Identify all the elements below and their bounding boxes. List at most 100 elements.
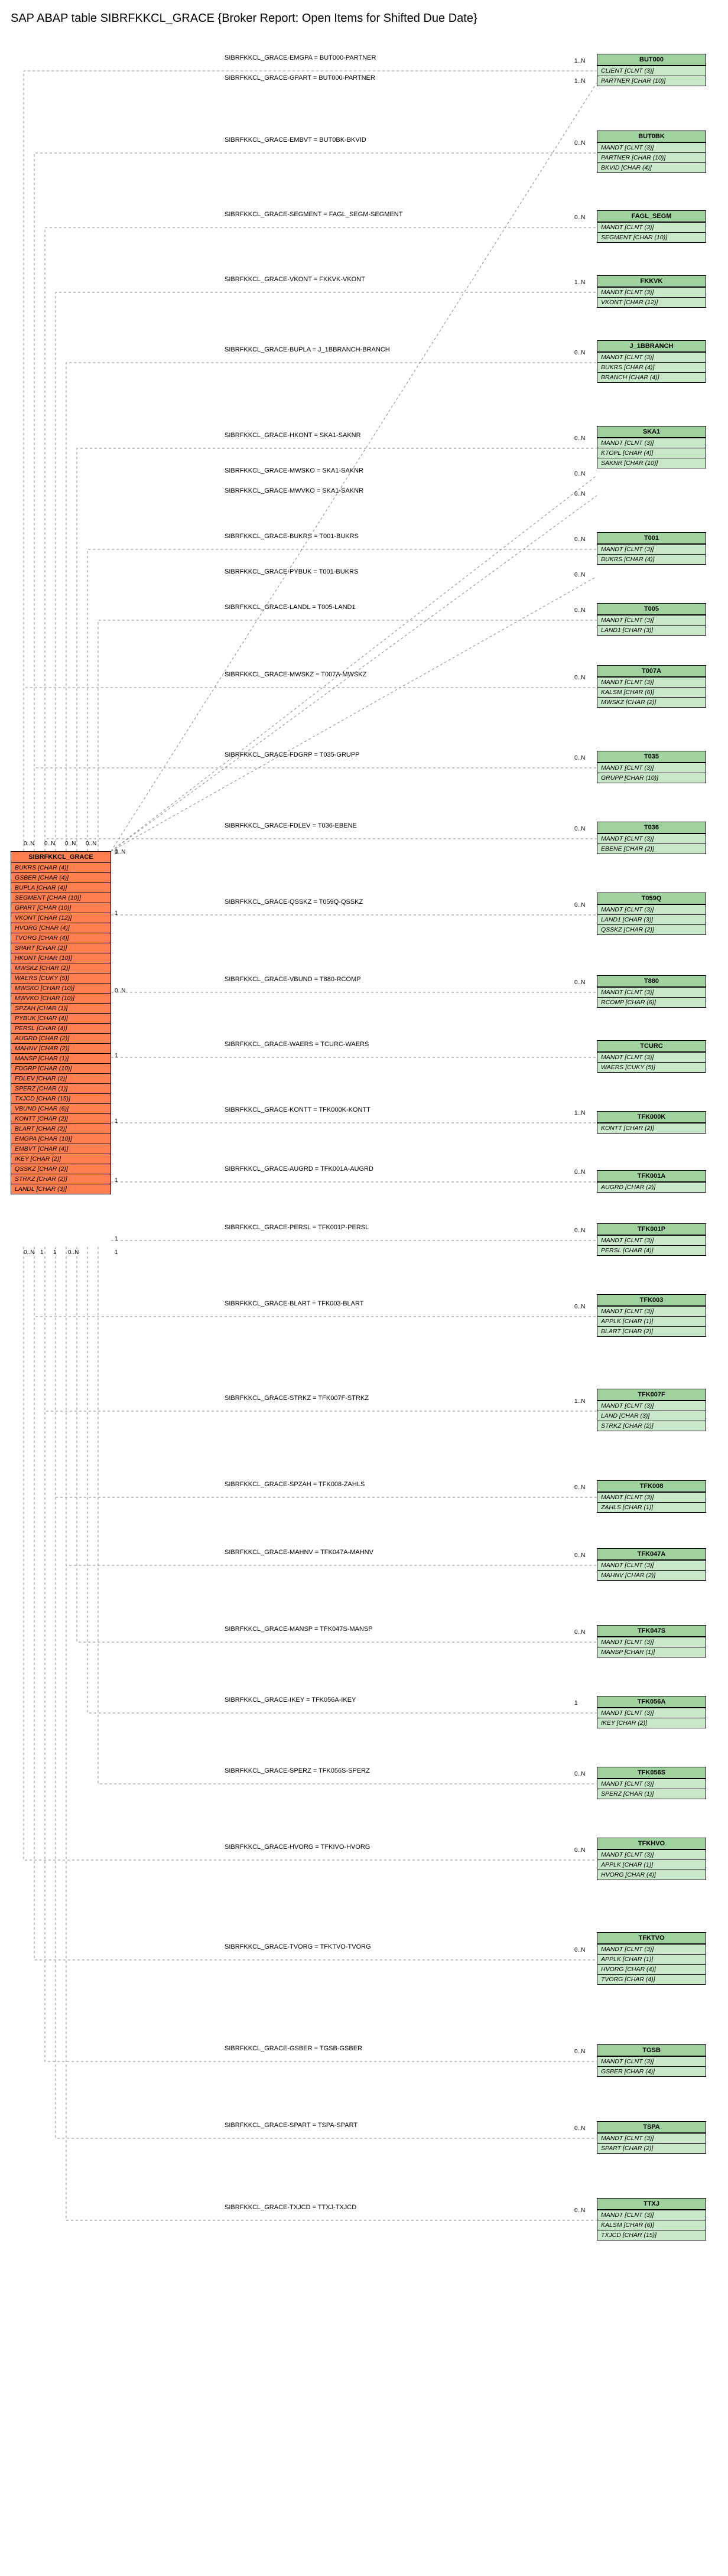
edge-label: SIBRFKKCL_GRACE-BUPLA = J_1BBRANCH-BRANC… bbox=[225, 346, 390, 353]
cardinality: 0..N bbox=[574, 1629, 585, 1636]
edge-label: SIBRFKKCL_GRACE-LANDL = T005-LAND1 bbox=[225, 604, 356, 611]
cardinality: 0..N bbox=[574, 1847, 585, 1854]
table-target: SKA1MANDT [CLNT (3)]KTOPL [CHAR (4)]SAKN… bbox=[597, 426, 706, 468]
table-field: MANDT [CLNT (3)] bbox=[597, 438, 706, 448]
table-field: MANDT [CLNT (3)] bbox=[597, 1637, 706, 1647]
cardinality: 0..N bbox=[65, 841, 76, 847]
table-header: TSPA bbox=[597, 2122, 706, 2133]
cardinality: 0..N bbox=[574, 826, 585, 832]
table-field: HKONT [CHAR (10)] bbox=[11, 953, 110, 963]
table-field: STRKZ [CHAR (2)] bbox=[11, 1174, 110, 1184]
table-field: AUGRD [CHAR (2)] bbox=[597, 1182, 706, 1192]
table-field: LAND1 [CHAR (3)] bbox=[597, 625, 706, 635]
cardinality: 0..N bbox=[574, 675, 585, 681]
edge-label: SIBRFKKCL_GRACE-EMGPA = BUT000-PARTNER bbox=[225, 54, 376, 61]
cardinality: 0..N bbox=[574, 1484, 585, 1491]
table-field: MANDT [CLNT (3)] bbox=[597, 615, 706, 625]
table-field: BRANCH [CHAR (4)] bbox=[597, 372, 706, 382]
cardinality: 0..N bbox=[574, 2125, 585, 2132]
cardinality: 1..N bbox=[574, 1398, 585, 1405]
cardinality: 0..N bbox=[574, 140, 585, 146]
table-field: MANDT [CLNT (3)] bbox=[597, 1560, 706, 1570]
edge-label: SIBRFKKCL_GRACE-FDLEV = T036-EBENE bbox=[225, 822, 357, 829]
table-target: TFK047SMANDT [CLNT (3)]MANSP [CHAR (1)] bbox=[597, 1625, 706, 1657]
cardinality: 0..N bbox=[574, 471, 585, 477]
edge-label: SIBRFKKCL_GRACE-WAERS = TCURC-WAERS bbox=[225, 1041, 369, 1048]
table-main: SIBRFKKCL_GRACE BUKRS [CHAR (4)]GSBER [C… bbox=[11, 851, 111, 1194]
table-field: MANDT [CLNT (3)] bbox=[597, 2133, 706, 2143]
table-field: MANDT [CLNT (3)] bbox=[597, 1235, 706, 1245]
table-field: SPERZ [CHAR (1)] bbox=[11, 1083, 110, 1093]
cardinality: 1 bbox=[115, 1236, 118, 1242]
table-header: TFK056A bbox=[597, 1696, 706, 1708]
edge-label: SIBRFKKCL_GRACE-SPZAH = TFK008-ZAHLS bbox=[225, 1481, 365, 1488]
table-field: MAHNV [CHAR (2)] bbox=[11, 1043, 110, 1053]
table-header: SKA1 bbox=[597, 426, 706, 438]
table-field: MANDT [CLNT (3)] bbox=[597, 1052, 706, 1062]
table-field: TXJCD [CHAR (15)] bbox=[11, 1093, 110, 1103]
table-field: AUGRD [CHAR (2)] bbox=[11, 1033, 110, 1043]
table-field: GSBER [CHAR (4)] bbox=[597, 2066, 706, 2076]
table-field: BLART [CHAR (2)] bbox=[597, 1326, 706, 1336]
edge-label: SIBRFKKCL_GRACE-GPART = BUT000-PARTNER bbox=[225, 74, 375, 82]
table-field: KONTT [CHAR (2)] bbox=[11, 1113, 110, 1123]
table-header: T036 bbox=[597, 822, 706, 833]
table-target: T035MANDT [CLNT (3)]GRUPP [CHAR (10)] bbox=[597, 751, 706, 783]
table-field: ZAHLS [CHAR (1)] bbox=[597, 1502, 706, 1512]
table-field: MANDT [CLNT (3)] bbox=[597, 1306, 706, 1316]
table-field: EMBVT [CHAR (4)] bbox=[11, 1144, 110, 1154]
table-field: HVORG [CHAR (4)] bbox=[597, 1964, 706, 1974]
edge-label: SIBRFKKCL_GRACE-STRKZ = TFK007F-STRKZ bbox=[225, 1395, 369, 1402]
table-field: EMGPA [CHAR (10)] bbox=[11, 1134, 110, 1144]
table-field: BLART [CHAR (2)] bbox=[11, 1123, 110, 1134]
edge-label: SIBRFKKCL_GRACE-MWSKZ = T007A-MWSKZ bbox=[225, 671, 366, 678]
table-header: FAGL_SEGM bbox=[597, 211, 706, 222]
table-target: TFK008MANDT [CLNT (3)]ZAHLS [CHAR (1)] bbox=[597, 1480, 706, 1513]
table-field: FDGRP [CHAR (10)] bbox=[11, 1063, 110, 1073]
cardinality: 1 bbox=[574, 1700, 578, 1707]
edge-label: SIBRFKKCL_GRACE-MWVKO = SKA1-SAKNR bbox=[225, 487, 363, 494]
table-header: BUT000 bbox=[597, 54, 706, 66]
cardinality: 0..N bbox=[44, 841, 55, 847]
table-target: TFK001PMANDT [CLNT (3)]PERSL [CHAR (4)] bbox=[597, 1223, 706, 1256]
edge-label: SIBRFKKCL_GRACE-PERSL = TFK001P-PERSL bbox=[225, 1224, 369, 1231]
table-field: BKVID [CHAR (4)] bbox=[597, 162, 706, 172]
table-field: MANDT [CLNT (3)] bbox=[597, 833, 706, 844]
table-target: T007AMANDT [CLNT (3)]KALSM [CHAR (6)]MWS… bbox=[597, 665, 706, 708]
table-field: MANDT [CLNT (3)] bbox=[597, 544, 706, 554]
table-field: MWVKO [CHAR (10)] bbox=[11, 993, 110, 1003]
table-field: TVORG [CHAR (4)] bbox=[11, 933, 110, 943]
table-target: J_1BBRANCHMANDT [CLNT (3)]BUKRS [CHAR (4… bbox=[597, 340, 706, 383]
table-target: TTXJMANDT [CLNT (3)]KALSM [CHAR (6)]TXJC… bbox=[597, 2198, 706, 2240]
table-target: TFKHVOMANDT [CLNT (3)]APPLK [CHAR (1)]HV… bbox=[597, 1838, 706, 1880]
table-field: APPLK [CHAR (1)] bbox=[597, 1316, 706, 1326]
cardinality: 0..N bbox=[68, 1249, 79, 1256]
table-field: SPERZ [CHAR (1)] bbox=[597, 1789, 706, 1799]
edge-label: SIBRFKKCL_GRACE-MWSKO = SKA1-SAKNR bbox=[225, 467, 363, 474]
table-field: BUKRS [CHAR (4)] bbox=[11, 863, 110, 872]
diagram-canvas: SIBRFKKCL_GRACE BUKRS [CHAR (4)]GSBER [C… bbox=[6, 36, 722, 2552]
table-field: LANDL [CHAR (3)] bbox=[11, 1184, 110, 1194]
table-target: TFKTVOMANDT [CLNT (3)]APPLK [CHAR (1)]HV… bbox=[597, 1932, 706, 1985]
table-field: QSSKZ [CHAR (2)] bbox=[597, 924, 706, 934]
table-header: T059Q bbox=[597, 893, 706, 904]
table-field: SAKNR [CHAR (10)] bbox=[597, 458, 706, 468]
table-target: BUT000CLIENT [CLNT (3)]PARTNER [CHAR (10… bbox=[597, 54, 706, 86]
edge-label: SIBRFKKCL_GRACE-KONTT = TFK000K-KONTT bbox=[225, 1106, 370, 1113]
edge-label: SIBRFKKCL_GRACE-MANSP = TFK047S-MANSP bbox=[225, 1626, 373, 1633]
table-target: BUT0BKMANDT [CLNT (3)]PARTNER [CHAR (10)… bbox=[597, 131, 706, 173]
edge-label: SIBRFKKCL_GRACE-HVORG = TFKIVO-HVORG bbox=[225, 1844, 370, 1851]
table-header: T001 bbox=[597, 533, 706, 544]
table-field: MANDT [CLNT (3)] bbox=[597, 1944, 706, 1954]
table-field: KONTT [CHAR (2)] bbox=[597, 1123, 706, 1133]
table-field: MANDT [CLNT (3)] bbox=[597, 763, 706, 773]
table-header: TFK047A bbox=[597, 1549, 706, 1560]
table-field: WAERS [CUKY (5)] bbox=[11, 973, 110, 983]
table-target: TFK001AAUGRD [CHAR (2)] bbox=[597, 1170, 706, 1193]
table-header: TFK056S bbox=[597, 1767, 706, 1779]
table-header: J_1BBRANCH bbox=[597, 341, 706, 352]
page-title: SAP ABAP table SIBRFKKCL_GRACE {Broker R… bbox=[11, 12, 722, 25]
table-field: FDLEV [CHAR (2)] bbox=[11, 1073, 110, 1083]
cardinality: 1 bbox=[115, 849, 118, 855]
table-target: TFK007FMANDT [CLNT (3)]LAND [CHAR (3)]ST… bbox=[597, 1389, 706, 1431]
